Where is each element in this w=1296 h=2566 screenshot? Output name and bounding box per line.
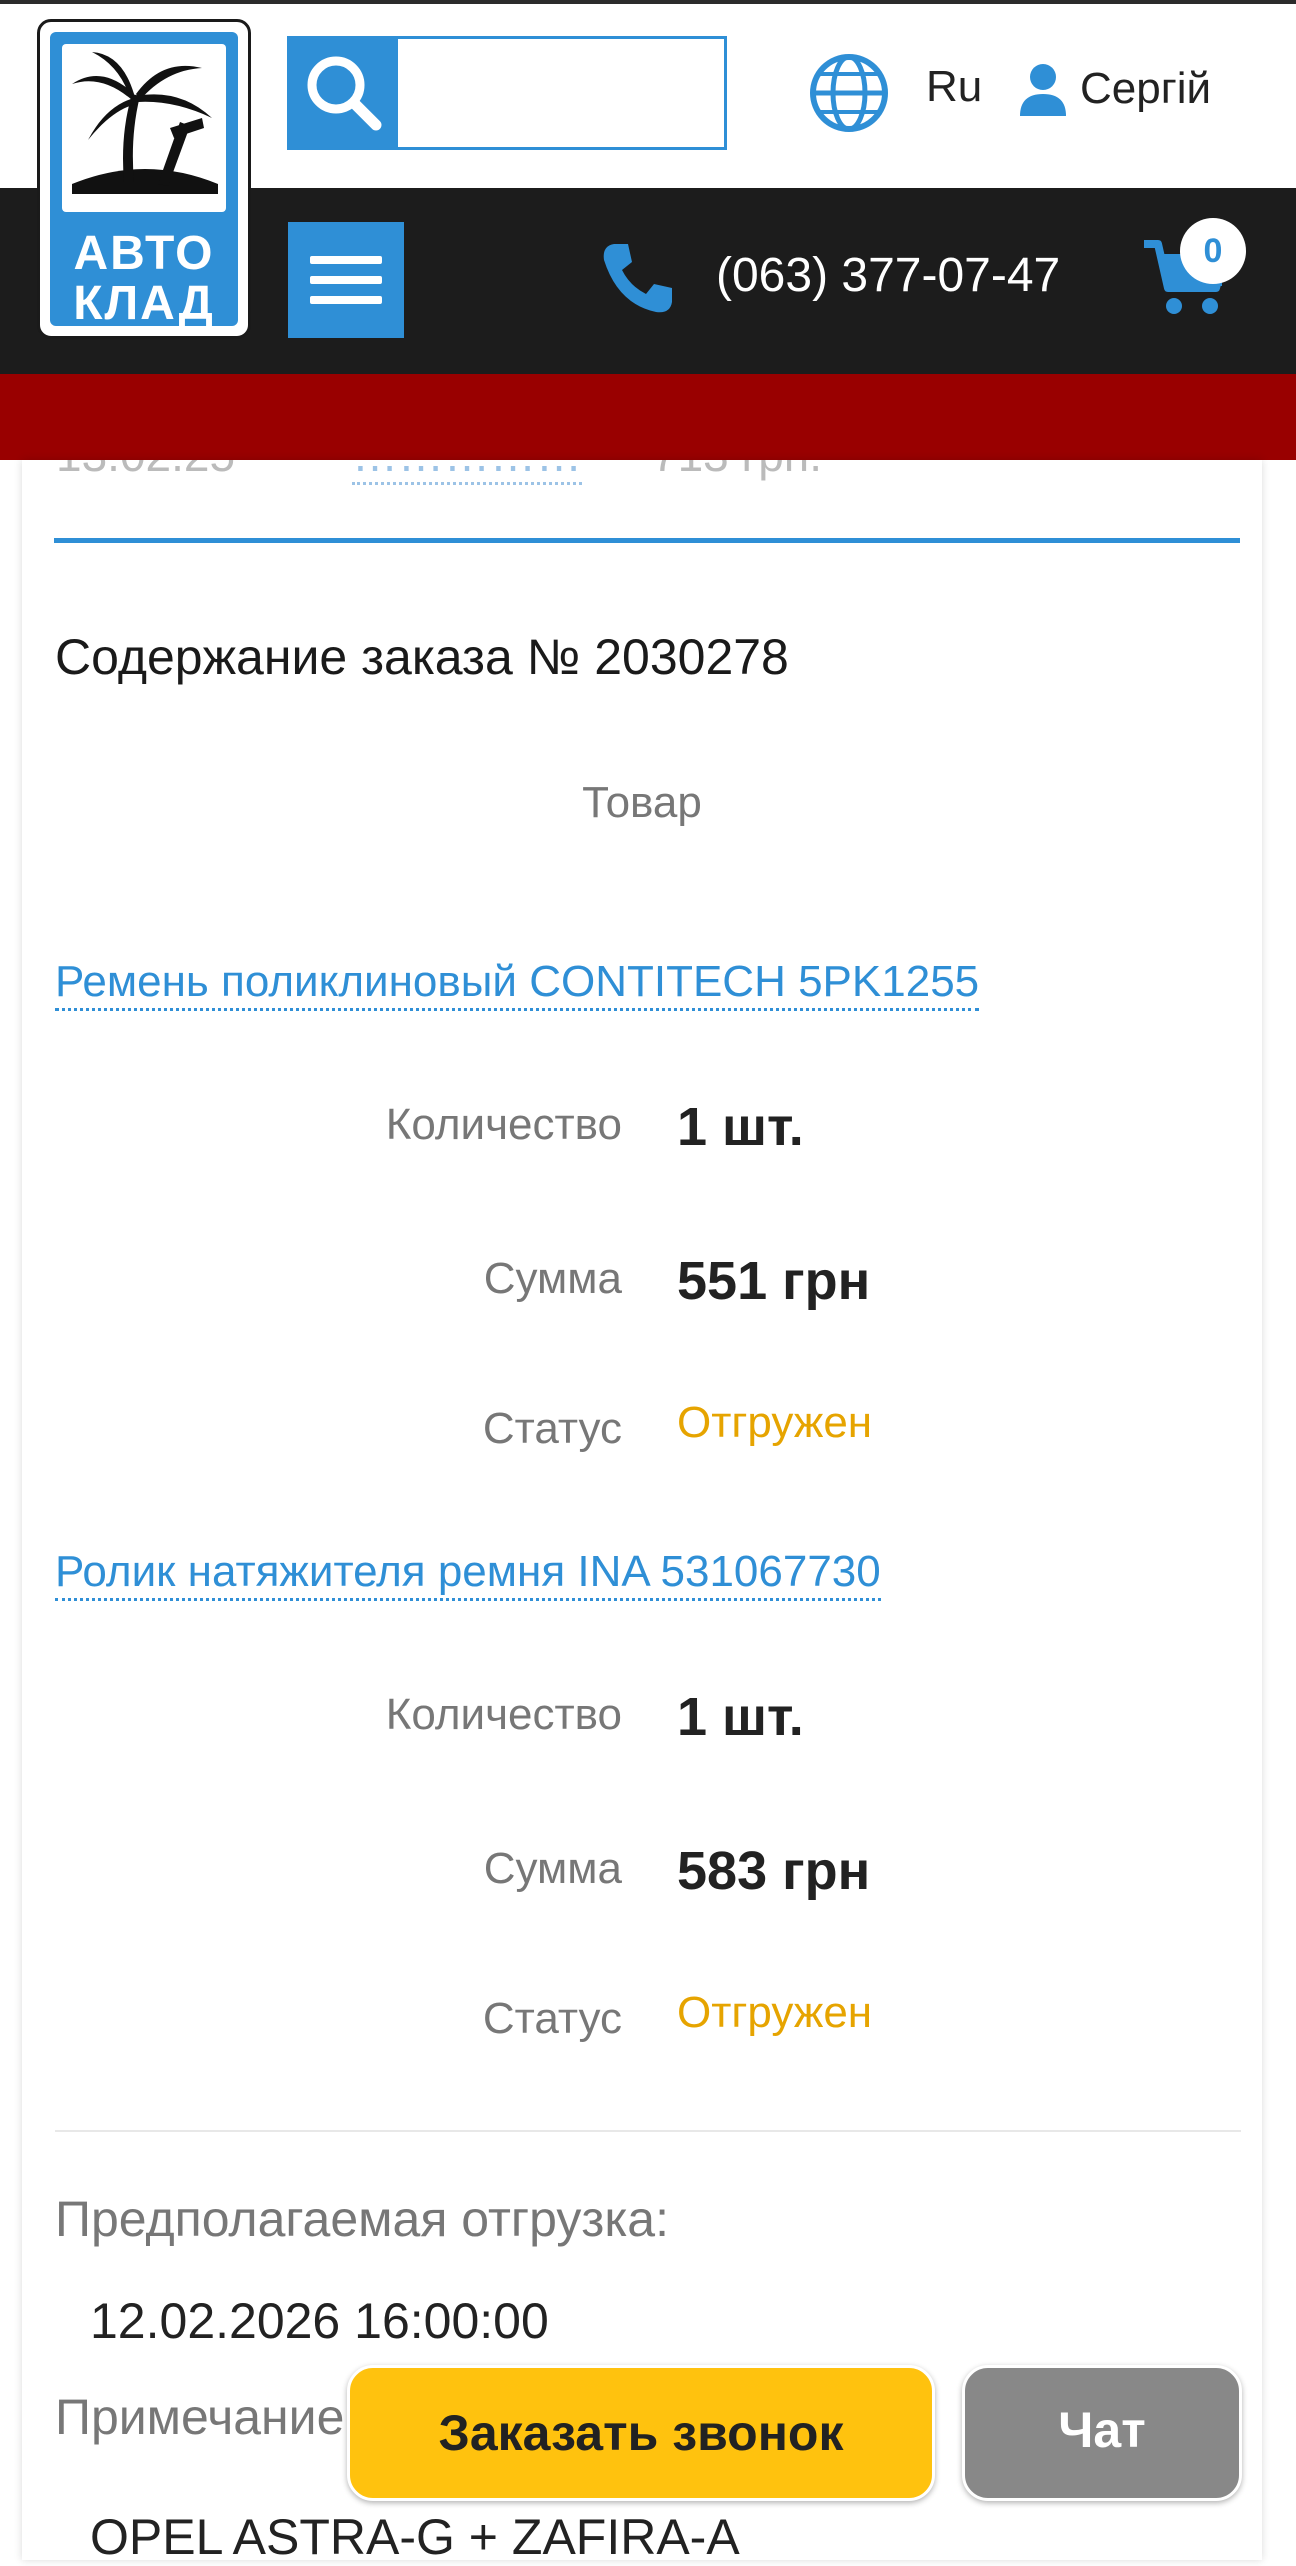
status-label: Статус (482, 1994, 622, 2043)
request-call-button[interactable]: Заказать звонок (347, 2365, 935, 2501)
user-account-link[interactable]: Сергій (1080, 64, 1211, 114)
menu-icon-bar (310, 296, 382, 304)
logo-text-bottom: КЛАД (73, 277, 215, 330)
globe-icon[interactable] (808, 52, 890, 134)
search-button[interactable] (290, 39, 398, 147)
order-summary-row: 13.02.25 …………… 713 грн. (22, 460, 1262, 500)
sum-value: 583 грн (677, 1841, 871, 1901)
sum-label: Сумма (483, 1844, 622, 1893)
order-card: 13.02.25 …………… 713 грн. Содержание заказ… (22, 460, 1262, 2565)
search-box (287, 36, 727, 150)
header-red-band (0, 374, 1296, 460)
order-total: 713 грн. (652, 460, 822, 482)
divider-line (54, 538, 1240, 543)
order-link[interactable]: …………… (352, 460, 582, 485)
logo-palm-image (62, 44, 226, 212)
menu-icon (310, 256, 382, 264)
note-label: Примечание: (55, 2389, 359, 2445)
sum-value: 551 грн (677, 1251, 871, 1311)
user-icon[interactable] (1018, 62, 1068, 118)
logo-background: АВТО КЛАД (50, 32, 238, 330)
cart-count-badge: 0 (1180, 218, 1246, 284)
section-divider (55, 2130, 1241, 2132)
order-title: Содержание заказа № 2030278 (55, 629, 789, 685)
phone-icon[interactable] (598, 238, 678, 318)
site-logo[interactable]: АВТО КЛАД (37, 19, 251, 339)
qty-label: Количество (385, 1100, 622, 1149)
status-badge: Отгружен (677, 1988, 873, 2037)
chat-button[interactable]: Чат (962, 2365, 1242, 2501)
menu-icon-bar (310, 276, 382, 284)
language-switch[interactable]: Ru (926, 62, 982, 112)
qty-value: 1 шт. (677, 1097, 804, 1157)
note-value: OPEL ASTRA-G + ZAFIRA-A (90, 2509, 740, 2565)
order-date: 13.02.25 (56, 460, 235, 482)
qty-value: 1 шт. (677, 1687, 804, 1747)
logo-text-top: АВТО (73, 227, 215, 280)
status-label: Статус (482, 1404, 622, 1453)
menu-button[interactable] (288, 222, 404, 338)
product-link[interactable]: Ролик натяжителя ремня INA 531067730 (55, 1546, 881, 1601)
search-input[interactable] (402, 39, 722, 147)
shipment-date: 12.02.2026 16:00:00 (90, 2293, 549, 2349)
search-icon (307, 56, 382, 131)
qty-label: Количество (385, 1690, 622, 1739)
palm-icon (72, 52, 218, 194)
phone-number[interactable]: (063) 377-07-47 (716, 248, 1060, 303)
product-link[interactable]: Ремень поликлиновый CONTITECH 5PK1255 (55, 956, 980, 1011)
shipment-label: Предполагаемая отгрузка: (55, 2191, 669, 2247)
column-header-product: Товар (582, 778, 702, 827)
sum-label: Сумма (483, 1254, 622, 1303)
status-badge: Отгружен (677, 1398, 873, 1447)
